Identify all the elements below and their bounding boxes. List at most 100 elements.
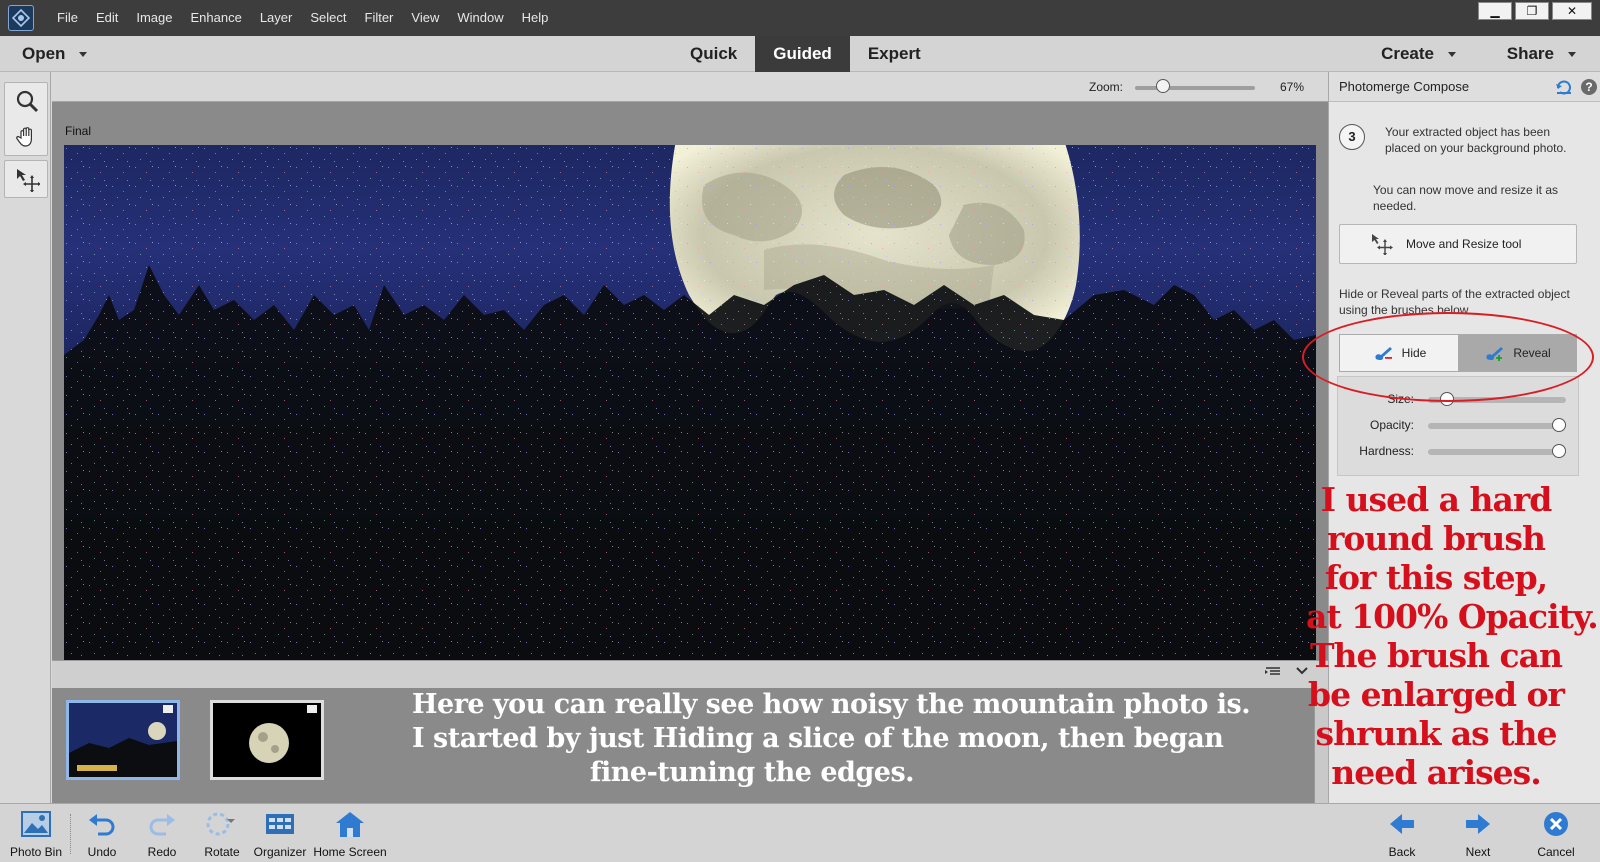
thumbnail-mountain[interactable] — [66, 700, 180, 780]
redo-button[interactable]: Redo — [142, 804, 182, 862]
chevron-down-icon — [79, 51, 88, 57]
home-icon — [333, 809, 367, 839]
home-screen-label: Home Screen — [313, 845, 387, 859]
annotation-line: fine-tuning the edges. — [589, 757, 915, 788]
step-description: Your extracted object has been placed on… — [1385, 125, 1567, 155]
menu-image[interactable]: Image — [127, 0, 181, 36]
annotation-line: at 100% Opacity. — [1306, 597, 1599, 636]
minimize-button[interactable]: ▁ — [1478, 2, 1512, 20]
open-button[interactable]: Open — [22, 36, 88, 72]
menu-select[interactable]: Select — [301, 0, 355, 36]
move-resize-tool-button[interactable]: Move and Resize tool — [1339, 224, 1577, 264]
step-instructions: You can now move and resize it as needed… — [1373, 183, 1558, 213]
back-button[interactable]: Back — [1380, 804, 1424, 862]
list-options-icon[interactable] — [1264, 665, 1282, 677]
back-label: Back — [1388, 845, 1416, 859]
tab-quick[interactable]: Quick — [672, 36, 755, 72]
annotation-line: be enlarged or — [1308, 675, 1565, 714]
annotation-line: Here you can really see how noisy the mo… — [412, 689, 1251, 720]
redo-icon — [145, 809, 179, 839]
move-tool[interactable] — [5, 161, 49, 197]
document-label: Final — [65, 124, 92, 138]
cancel-label: Cancel — [1537, 845, 1575, 859]
create-label: Create — [1381, 44, 1434, 63]
annotation-line: round brush — [1327, 519, 1546, 558]
tab-expert[interactable]: Expert — [850, 36, 939, 72]
thumbnail-moon[interactable] — [210, 700, 324, 780]
undo-button[interactable]: Undo — [82, 804, 122, 862]
menu-help[interactable]: Help — [513, 0, 558, 36]
window-controls: ▁ ❐ ✕ — [1478, 2, 1592, 20]
hardness-slider-handle[interactable] — [1552, 444, 1566, 458]
photo-bin-options — [1264, 665, 1308, 677]
annotation-line: shrunk as the — [1315, 714, 1558, 753]
zoom-value: 67% — [1280, 80, 1305, 94]
rotate-label: Rotate — [204, 845, 240, 859]
share-button[interactable]: Share — [1507, 36, 1576, 72]
highlight-ellipse — [1302, 312, 1594, 402]
menu-list: File Edit Image Enhance Layer Select Fil… — [48, 0, 557, 36]
annotation-line: I used a hard — [1320, 480, 1553, 519]
menu-window[interactable]: Window — [448, 0, 512, 36]
hardness-slider-track[interactable] — [1428, 449, 1566, 455]
canvas-area: Zoom: 67% Final Here you can really see … — [52, 72, 1328, 803]
organizer-button[interactable]: Organizer — [252, 804, 308, 862]
move-icon — [17, 169, 40, 192]
move-icon — [1370, 233, 1394, 255]
opacity-label: Opacity: — [1369, 418, 1414, 432]
menu-layer[interactable]: Layer — [251, 0, 302, 36]
move-tool-group — [4, 160, 48, 198]
view-tool-group — [4, 82, 48, 156]
photo-bin-button[interactable]: Photo Bin — [8, 804, 64, 862]
app-logo-icon[interactable] — [8, 5, 34, 31]
annotation-text: Here you can really see how noisy the mo… — [412, 688, 1251, 790]
chevron-down-icon — [1568, 51, 1576, 57]
arrow-right-icon — [1461, 809, 1495, 839]
menu-edit[interactable]: Edit — [87, 0, 127, 36]
open-label: Open — [22, 44, 66, 63]
create-button[interactable]: Create — [1381, 36, 1456, 72]
photo-bin-header — [52, 660, 1328, 688]
help-icon[interactable]: ? — [1581, 79, 1597, 95]
opacity-slider-track[interactable] — [1428, 423, 1566, 429]
cancel-button[interactable]: Cancel — [1530, 804, 1582, 862]
move-resize-label: Move and Resize tool — [1406, 237, 1522, 251]
arrow-left-icon — [1385, 809, 1419, 839]
restore-button[interactable]: ❐ — [1515, 2, 1549, 20]
tool-panel — [0, 72, 51, 803]
photo-bin-label: Photo Bin — [9, 845, 63, 859]
undo-label: Undo — [87, 845, 117, 859]
zoom-slider-track[interactable] — [1135, 86, 1255, 90]
zoom-slider-handle[interactable] — [1156, 79, 1171, 93]
share-label: Share — [1506, 44, 1554, 63]
photo-bin-icon — [19, 809, 53, 839]
home-screen-button[interactable]: Home Screen — [313, 804, 387, 862]
zoom-icon — [16, 90, 39, 113]
menu-enhance[interactable]: Enhance — [182, 0, 251, 36]
next-label: Next — [1465, 845, 1491, 859]
undo-icon — [85, 809, 119, 839]
opacity-slider-handle[interactable] — [1552, 418, 1566, 432]
hardness-setting: Hardness: — [1338, 441, 1580, 461]
rotate-icon — [205, 809, 239, 839]
mode-bar: Open Quick Guided Expert Create Share — [0, 36, 1600, 72]
rotate-button[interactable]: Rotate — [200, 804, 244, 862]
panel-header: Photomerge Compose ? — [1329, 72, 1600, 102]
hand-tool[interactable] — [5, 119, 49, 155]
menu-view[interactable]: View — [402, 0, 448, 36]
opacity-setting: Opacity: — [1338, 415, 1580, 435]
zoom-bar: Zoom: 67% — [52, 72, 1328, 102]
reset-icon[interactable] — [1555, 79, 1573, 95]
menu-file[interactable]: File — [48, 0, 87, 36]
next-button[interactable]: Next — [1456, 804, 1500, 862]
cancel-icon — [1539, 809, 1573, 839]
zoom-label: Zoom: — [1089, 80, 1124, 94]
tab-guided[interactable]: Guided — [755, 36, 850, 72]
zoom-tool[interactable] — [5, 83, 49, 119]
step-number: 3 — [1339, 124, 1365, 150]
organizer-label: Organizer — [253, 845, 307, 859]
close-window-button[interactable]: ✕ — [1552, 2, 1592, 20]
menu-filter[interactable]: Filter — [356, 0, 403, 36]
hand-icon — [16, 127, 32, 147]
composite-photo[interactable] — [64, 145, 1316, 661]
